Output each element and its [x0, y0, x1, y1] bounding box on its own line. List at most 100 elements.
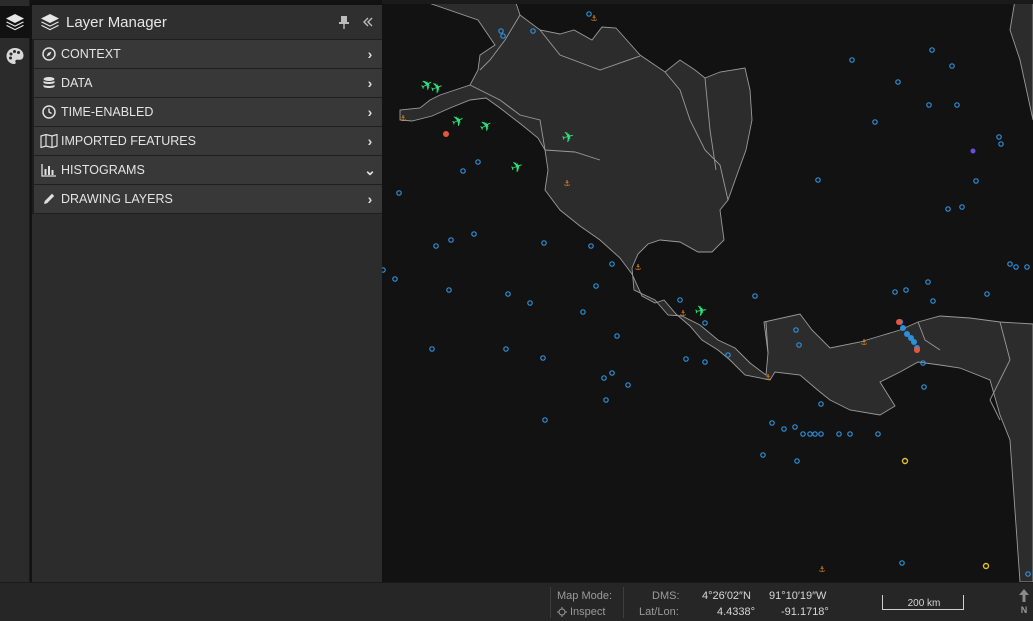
vessel-marker[interactable]	[792, 424, 798, 430]
vessel-marker[interactable]	[392, 276, 398, 282]
vessel-marker[interactable]	[475, 159, 481, 165]
port-marker[interactable]	[914, 347, 920, 353]
vessel-marker[interactable]	[603, 397, 609, 403]
vessel-marker[interactable]	[875, 431, 881, 437]
vessel-marker[interactable]	[984, 291, 990, 297]
vessel-marker[interactable]	[926, 102, 932, 108]
aircraft-icon[interactable]: ✈	[693, 301, 709, 321]
vessel-marker[interactable]	[593, 283, 599, 289]
vessel-marker[interactable]	[702, 359, 708, 365]
vessel-marker[interactable]	[899, 560, 905, 566]
vessel-marker[interactable]	[959, 204, 965, 210]
vessel-cluster-marker[interactable]	[911, 339, 917, 345]
vessel-cluster-marker[interactable]	[900, 325, 906, 331]
vessel-marker[interactable]	[769, 420, 775, 426]
vessel-marker[interactable]	[929, 47, 935, 53]
vessel-marker[interactable]	[800, 431, 806, 437]
vessel-marker[interactable]	[460, 168, 466, 174]
vessel-marker[interactable]	[930, 298, 936, 304]
vessel-marker[interactable]	[601, 375, 607, 381]
layer-group-drawing-layers[interactable]: DRAWING LAYERS ›	[32, 185, 382, 214]
vessel-marker[interactable]	[471, 231, 477, 237]
layer-group-histograms[interactable]: HISTOGRAMS ⌄	[32, 156, 382, 185]
anchor-icon[interactable]: ⚓	[679, 309, 686, 318]
vessel-marker[interactable]	[781, 426, 787, 432]
anchor-icon[interactable]: ⚓	[590, 14, 597, 23]
vessel-marker[interactable]	[949, 63, 955, 69]
vessel-marker[interactable]	[614, 333, 620, 339]
vessel-marker[interactable]	[812, 431, 818, 437]
special-marker[interactable]	[970, 148, 976, 154]
vessel-marker[interactable]	[895, 79, 901, 85]
anchor-icon[interactable]: ⚓	[399, 114, 406, 123]
vessel-marker[interactable]	[945, 206, 951, 212]
port-marker[interactable]	[896, 319, 902, 325]
highlight-marker[interactable]	[982, 562, 990, 570]
vessel-marker[interactable]	[1024, 264, 1030, 270]
vessel-marker[interactable]	[448, 237, 454, 243]
left-icon-rail	[0, 0, 30, 582]
layer-group-context[interactable]: CONTEXT ›	[32, 40, 382, 69]
vessel-marker[interactable]	[1007, 261, 1013, 267]
anchor-icon[interactable]: ⚓	[860, 338, 867, 347]
anchor-icon[interactable]: ⚓	[563, 179, 570, 188]
layer-group-data[interactable]: DATA ›	[32, 69, 382, 98]
vessel-marker[interactable]	[998, 141, 1004, 147]
port-marker[interactable]	[443, 131, 449, 137]
vessel-marker[interactable]	[540, 355, 546, 361]
vessel-marker[interactable]	[580, 309, 586, 315]
collapse-panel-button[interactable]	[358, 12, 378, 32]
vessel-marker[interactable]	[847, 431, 853, 437]
vessel-marker[interactable]	[1013, 264, 1019, 270]
vessel-marker[interactable]	[446, 287, 452, 293]
vessel-marker[interactable]	[677, 297, 683, 303]
aircraft-icon[interactable]: ✈	[508, 156, 526, 177]
aircraft-icon[interactable]: ✈	[476, 115, 496, 137]
vessel-marker[interactable]	[760, 452, 766, 458]
vessel-marker[interactable]	[752, 293, 758, 299]
vessel-marker[interactable]	[503, 346, 509, 352]
vessel-marker[interactable]	[892, 289, 898, 295]
vessel-marker[interactable]	[588, 243, 594, 249]
highlight-marker[interactable]	[901, 457, 909, 465]
vessel-marker[interactable]	[794, 458, 800, 464]
anchor-icon[interactable]: ⚓	[818, 565, 825, 574]
style-button[interactable]	[0, 40, 30, 72]
map-mode-value[interactable]: Inspect	[557, 606, 605, 618]
vessel-marker[interactable]	[542, 417, 548, 423]
anchor-icon[interactable]: ⚓	[634, 263, 641, 272]
vessel-marker[interactable]	[396, 190, 402, 196]
pin-button[interactable]	[334, 12, 354, 32]
north-arrow[interactable]: N	[1017, 589, 1031, 615]
vessel-marker[interactable]	[609, 261, 615, 267]
vessel-marker[interactable]	[702, 320, 708, 326]
vessel-marker[interactable]	[996, 134, 1002, 140]
vessel-marker[interactable]	[609, 370, 615, 376]
vessel-marker[interactable]	[541, 240, 547, 246]
vessel-marker[interactable]	[925, 279, 931, 285]
vessel-marker[interactable]	[921, 384, 927, 390]
vessel-marker[interactable]	[973, 178, 979, 184]
vessel-marker[interactable]	[625, 382, 631, 388]
layers-button[interactable]	[0, 6, 30, 38]
vessel-marker[interactable]	[505, 291, 511, 297]
anchor-icon[interactable]: ⚓	[764, 373, 771, 382]
vessel-marker[interactable]	[815, 177, 821, 183]
layer-group-imported-features[interactable]: IMPORTED FEATURES ›	[32, 127, 382, 156]
vessel-marker[interactable]	[818, 401, 824, 407]
vessel-marker[interactable]	[849, 57, 855, 63]
vessel-marker[interactable]	[807, 431, 813, 437]
vessel-marker[interactable]	[872, 119, 878, 125]
vessel-marker[interactable]	[683, 356, 689, 362]
layer-group-time-enabled[interactable]: TIME-ENABLED ›	[32, 98, 382, 127]
vessel-marker[interactable]	[818, 431, 824, 437]
vessel-marker[interactable]	[954, 102, 960, 108]
vessel-marker[interactable]	[836, 431, 842, 437]
vessel-marker[interactable]	[429, 346, 435, 352]
vessel-marker[interactable]	[433, 243, 439, 249]
vessel-marker[interactable]	[903, 287, 909, 293]
palette-icon	[6, 48, 24, 64]
vessel-marker[interactable]	[527, 300, 533, 306]
scale-label: 200 km	[907, 598, 941, 609]
aircraft-icon[interactable]: ✈	[448, 110, 467, 132]
